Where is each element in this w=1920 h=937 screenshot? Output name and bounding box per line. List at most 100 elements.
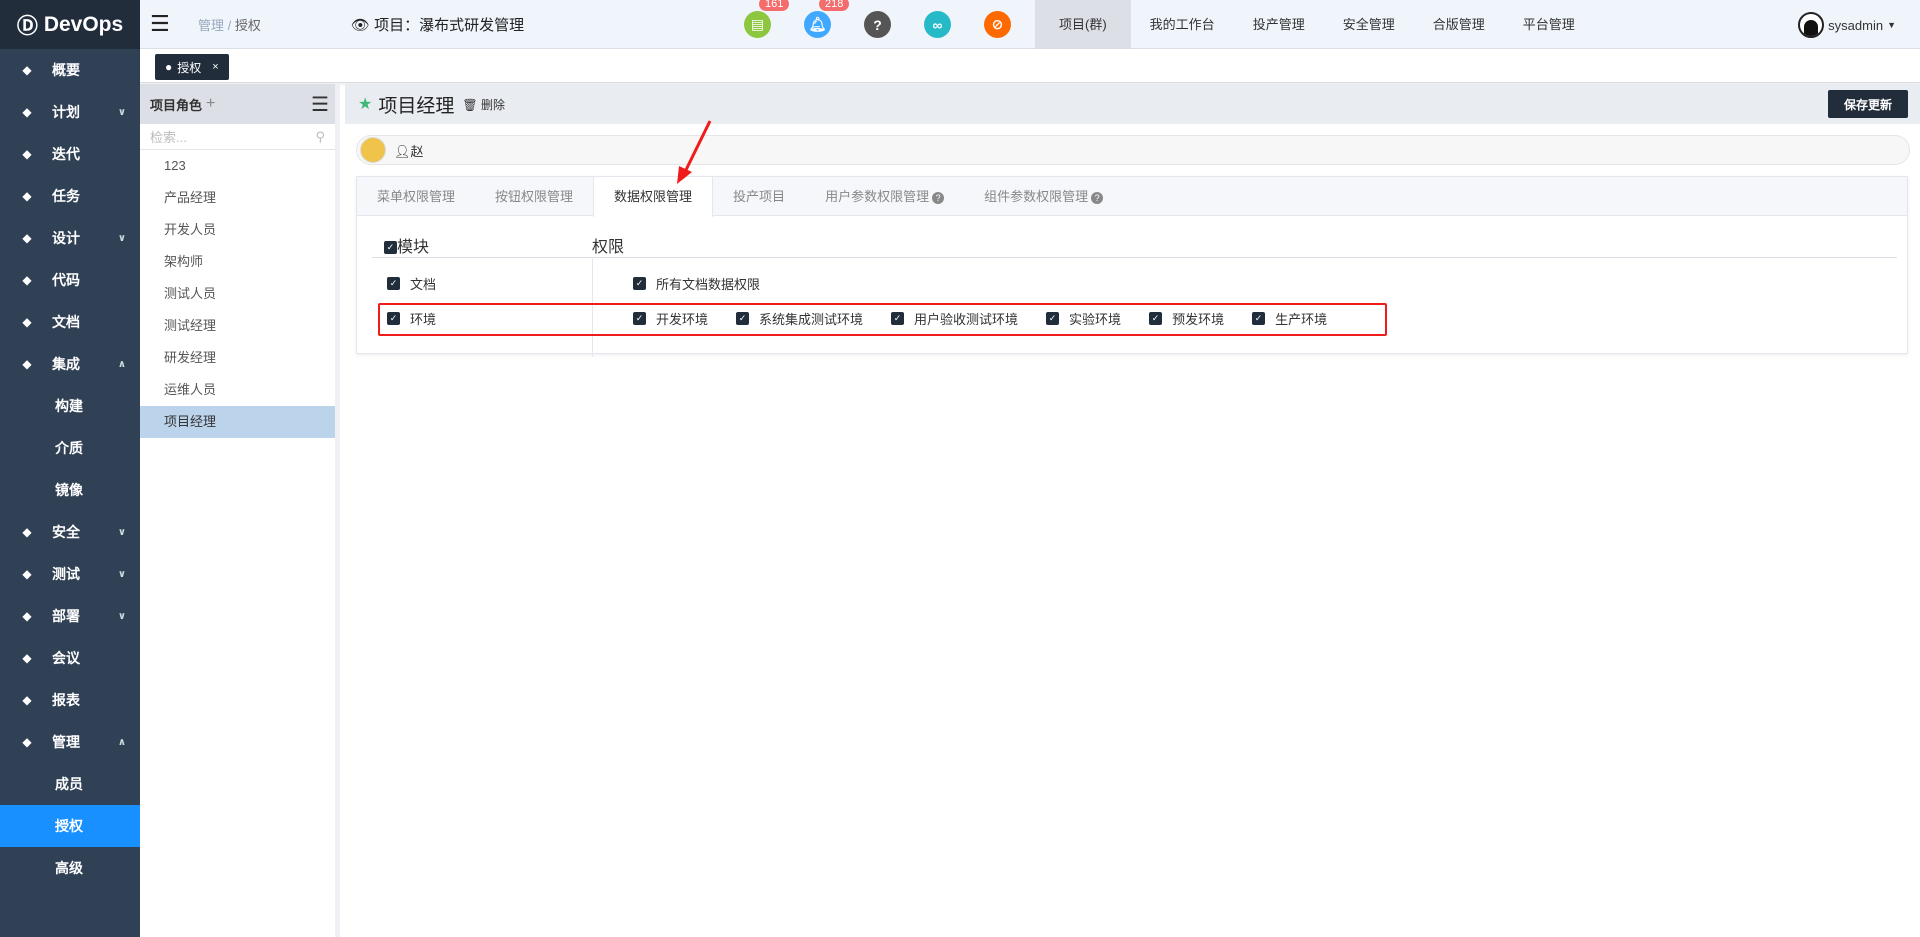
sidebar-item-label: 集成	[52, 356, 80, 372]
link-icon[interactable]: ∞	[924, 11, 951, 38]
integration-icon: ◆	[22, 357, 32, 371]
tag-authorization[interactable]: ● 授权 ×	[155, 54, 229, 80]
sidebar: Ⓓ DevOps ◆ 概要 ◆ 计划 ∨ ◆ 迭代 ◆ 任务 ◆ 设计 ∨ ◆ 代码 ◆ 文档 ◆ 集成 ∧ 构建介质镜…	[0, 0, 140, 937]
chevron-icon: ∨	[117, 610, 126, 622]
username: sysadmin	[1828, 17, 1884, 33]
trash-icon: 🗑︎	[462, 97, 478, 112]
topnav-release[interactable]: 投产管理	[1234, 0, 1324, 49]
user-menu[interactable]: sysadmin ▼	[1798, 12, 1896, 38]
sidebar-item[interactable]: 高级	[0, 847, 140, 889]
sidebar-item[interactable]: ◆ 概要	[0, 49, 140, 91]
sidebar-item[interactable]: ◆ 迭代	[0, 133, 140, 175]
bell-icon[interactable]: 🔔︎ 218	[804, 0, 850, 38]
role-item[interactable]: 研发经理	[140, 342, 335, 374]
select-all-checkbox[interactable]: ✓	[384, 241, 397, 255]
red-arrow	[677, 120, 712, 184]
doc-icon: ◆	[22, 315, 32, 329]
folder-icon: ◆	[22, 189, 32, 203]
chevron-icon: ∨	[117, 526, 126, 538]
sidebar-item[interactable]: ◆ 计划 ∨	[0, 91, 140, 133]
sidebar-item[interactable]: 成员	[0, 763, 140, 805]
shield-icon: ◆	[22, 525, 32, 539]
topnav-platform[interactable]: 平台管理	[1504, 0, 1594, 49]
chevron-icon: ∨	[117, 568, 126, 580]
sidebar-item[interactable]: ◆ 代码	[0, 259, 140, 301]
col-permission: 权限	[592, 239, 625, 256]
checkbox[interactable]: ✓	[387, 277, 400, 290]
sidebar-item[interactable]: 镜像	[0, 469, 140, 511]
title-bar: ★ 项目经理 🗑︎ 删除 保存更新	[345, 84, 1920, 124]
project-selector[interactable]: 👁 项目：瀑布式研发管理	[351, 14, 524, 35]
sidebar-item[interactable]: 构建	[0, 385, 140, 427]
tab[interactable]: 投产项目	[713, 177, 805, 215]
sidebar-item[interactable]: ◆ 任务	[0, 175, 140, 217]
checkbox[interactable]: ✓	[633, 277, 646, 290]
chevron-icon: ∧	[117, 736, 126, 748]
tab[interactable]: 菜单权限管理	[357, 177, 475, 215]
sidebar-item-label: 会议	[52, 650, 80, 666]
role-item[interactable]: 测试人员	[140, 278, 335, 310]
topnav-merge[interactable]: 合版管理	[1414, 0, 1504, 49]
breadcrumb: 管理 / 授权	[198, 17, 261, 33]
breadcrumb-manage[interactable]: 管理	[198, 18, 224, 33]
permission-tabs: 菜单权限管理 按钮权限管理 数据权限管理 投产项目 用户参数权限管理? 组件参数权限管理?	[357, 177, 1907, 217]
tab-label: 组件参数权限管理	[984, 189, 1089, 204]
sidebar-item-label: 镜像	[55, 482, 83, 498]
no-icon[interactable]: ⊘	[984, 11, 1011, 38]
topnav-workbench[interactable]: 我的工作台	[1131, 0, 1234, 49]
dot-icon: ●	[165, 60, 173, 74]
tab-label: 按钮权限管理	[495, 189, 574, 204]
header-icons: ▤ 161 🔔︎ 218 ? ∞ ⊘	[744, 0, 1011, 49]
sidebar-item[interactable]: 授权	[0, 805, 140, 847]
document-icon[interactable]: ▤ 161	[744, 0, 790, 38]
plan-icon: ◆	[22, 105, 32, 119]
sidebar-item[interactable]: ◆ 集成 ∧	[0, 343, 140, 385]
help-icon: ?	[932, 192, 945, 204]
topnav-security[interactable]: 安全管理	[1324, 0, 1414, 49]
eye-icon: 👁	[350, 16, 370, 34]
sidebar-item[interactable]: ◆ 部署 ∨	[0, 595, 140, 637]
add-role-button[interactable]: +	[206, 95, 215, 113]
tab-label: 菜单权限管理	[377, 189, 456, 204]
delete-button[interactable]: 🗑︎ 删除	[462, 96, 505, 113]
person-icon: 👤︎	[394, 143, 411, 159]
role-search[interactable]: 检索... ⚲	[140, 124, 335, 150]
logo[interactable]: Ⓓ DevOps	[0, 0, 140, 49]
sidebar-item[interactable]: ◆ 安全 ∨	[0, 511, 140, 553]
role-item[interactable]: 运维人员	[140, 374, 335, 406]
meeting-icon: ◆	[22, 651, 32, 665]
menu-icon[interactable]: ☰	[311, 92, 329, 117]
sidebar-item[interactable]: 介质	[0, 427, 140, 469]
save-button[interactable]: 保存更新	[1827, 90, 1908, 118]
sidebar-item[interactable]: ◆ 设计 ∨	[0, 217, 140, 259]
close-icon[interactable]: ×	[212, 61, 218, 73]
role-item[interactable]: 架构师	[140, 246, 335, 278]
sidebar-item-label: 成员	[55, 776, 83, 792]
sidebar-item-label: 构建	[55, 398, 83, 414]
hamburger-icon[interactable]: ☰	[150, 11, 180, 37]
role-item[interactable]: 项目经理	[140, 406, 335, 438]
tab[interactable]: 用户参数权限管理?	[805, 177, 964, 215]
tab[interactable]: 按钮权限管理	[475, 177, 593, 215]
tab[interactable]: 组件参数权限管理?	[964, 177, 1123, 215]
sidebar-item-label: 文档	[52, 314, 80, 330]
module-row[interactable]: ✓ 文档	[387, 274, 436, 293]
permission-item[interactable]: ✓ 所有文档数据权限	[633, 274, 760, 293]
sidebar-item[interactable]: ◆ 会议	[0, 637, 140, 679]
role-item[interactable]: 123	[140, 150, 335, 182]
role-item[interactable]: 测试经理	[140, 310, 335, 342]
role-item[interactable]: 产品经理	[140, 182, 335, 214]
sidebar-item[interactable]: ◆ 测试 ∨	[0, 553, 140, 595]
chevron-icon: ∨	[117, 232, 126, 244]
member-chip[interactable]: 👤︎赵	[394, 141, 424, 160]
help-icon[interactable]: ?	[864, 11, 891, 38]
sidebar-item[interactable]: ◆ 文档	[0, 301, 140, 343]
role-item[interactable]: 开发人员	[140, 214, 335, 246]
sidebar-item[interactable]: ◆ 报表	[0, 679, 140, 721]
dashboard-icon: ◆	[22, 63, 32, 77]
module-label: 文档	[410, 277, 437, 292]
roles-header: 项目角色 + ☰	[140, 84, 335, 124]
sidebar-item[interactable]: ◆ 管理 ∧	[0, 721, 140, 763]
topnav-projects[interactable]: 项目(群)	[1035, 0, 1131, 49]
star-icon[interactable]: ★	[358, 94, 372, 114]
